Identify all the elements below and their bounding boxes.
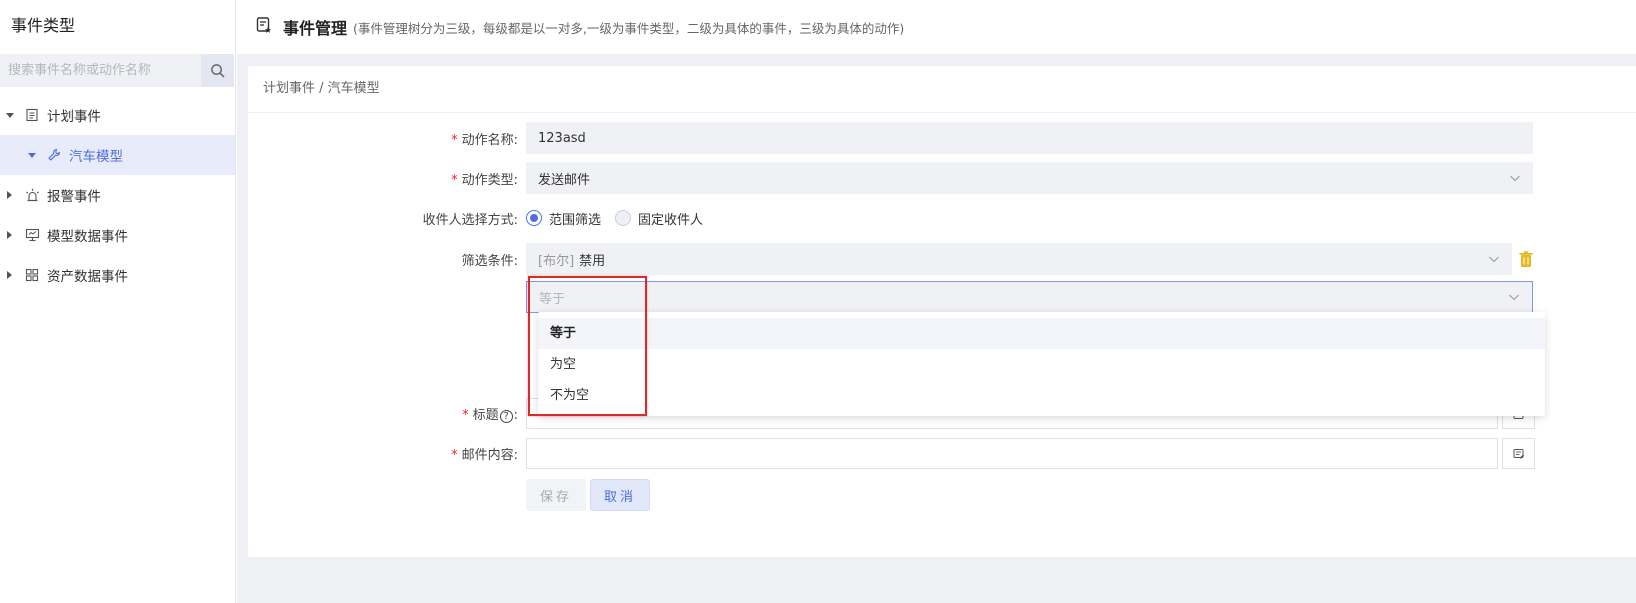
help-icon[interactable]: ?	[499, 410, 513, 423]
required-mark: *	[451, 172, 458, 188]
action-type-label: 动作类型:	[461, 172, 518, 188]
required-mark: *	[451, 448, 458, 463]
grid-icon	[24, 267, 40, 283]
tree-item-asset-data-event[interactable]: 资产数据事件	[0, 255, 235, 295]
operator-row: 等于	[248, 281, 1533, 313]
action-type-row: * 动作类型: 发送邮件	[248, 162, 1533, 194]
main-area: 事件管理 (事件管理树分为三级，每级都是以一对多,一级为事件类型，二级为具体的事…	[237, 0, 1636, 603]
mail-content-label: 邮件内容:	[461, 448, 518, 463]
radio-fixed-label: 固定收件人	[638, 212, 704, 228]
caret-right-icon[interactable]	[7, 191, 12, 199]
mail-content-row: * 邮件内容:	[248, 438, 1535, 469]
search-box	[0, 54, 234, 87]
dropdown-option-equals[interactable]: 等于	[538, 318, 1545, 349]
edit-note-icon	[1513, 448, 1524, 458]
required-mark: *	[462, 408, 469, 423]
filter-field-value: 禁用	[579, 253, 606, 269]
alarm-light-icon	[24, 187, 40, 203]
radio-range-filter[interactable]: 范围筛选	[526, 209, 601, 228]
filter-field-select[interactable]: [布尔] 禁用	[526, 243, 1512, 275]
sidebar: 事件类型 计划事件 汽车模型	[0, 0, 236, 603]
tree-item-label: 汽车模型	[69, 149, 123, 165]
event-tree: 计划事件 汽车模型 报警事件 模型数据事件 资产数据事件	[0, 95, 235, 295]
event-manage-icon	[255, 16, 273, 38]
form-card: 计划事件 / 汽车模型 * 动作名称: 123asd * 动作类型: 发送邮件 收件…	[248, 66, 1636, 557]
save-button[interactable]: 保存	[526, 479, 586, 511]
action-type-select[interactable]: 发送邮件	[526, 162, 1533, 194]
search-icon	[211, 64, 225, 78]
cancel-button[interactable]: 取消	[590, 479, 650, 511]
tree-item-alarm-event[interactable]: 报警事件	[0, 175, 235, 215]
operator-dropdown-menu: 等于 为空 不为空	[538, 312, 1545, 416]
recipient-method-label: 收件人选择方式:	[422, 212, 518, 228]
action-name-input[interactable]: 123asd	[526, 122, 1533, 154]
list-icon	[24, 107, 40, 123]
chevron-down-icon	[1509, 294, 1519, 301]
radio-range-label: 范围筛选	[549, 212, 602, 228]
breadcrumb: 计划事件 / 汽车模型	[248, 66, 1636, 113]
trash-icon[interactable]	[1519, 250, 1533, 268]
dropdown-option-not-empty[interactable]: 不为空	[538, 380, 1545, 411]
button-row: 保存 取消	[248, 479, 650, 511]
chevron-down-icon	[1510, 175, 1520, 182]
page-header: 事件管理 (事件管理树分为三级，每级都是以一对多,一级为事件类型，二级为具体的事…	[237, 0, 1636, 54]
monitor-icon	[24, 227, 40, 243]
tree-item-label: 模型数据事件	[47, 229, 128, 245]
caret-right-icon[interactable]	[7, 231, 12, 239]
page-title: 事件管理	[283, 19, 348, 38]
search-input[interactable]	[0, 54, 202, 87]
tree-item-label: 计划事件	[47, 109, 101, 125]
filter-type-prefix: [布尔]	[538, 253, 575, 269]
operator-placeholder: 等于	[539, 291, 566, 307]
tree-item-model-data-event[interactable]: 模型数据事件	[0, 215, 235, 255]
search-button[interactable]	[201, 54, 234, 87]
operator-select[interactable]: 等于	[526, 281, 1533, 313]
action-name-row: * 动作名称: 123asd	[248, 122, 1533, 154]
recipient-method-row: 收件人选择方式: 范围筛选 固定收件人	[248, 202, 717, 234]
radio-unchecked-icon[interactable]	[615, 210, 632, 226]
filter-condition-label: 筛选条件:	[461, 253, 518, 269]
tree-item-label: 资产数据事件	[47, 269, 128, 285]
dropdown-option-empty[interactable]: 为空	[538, 349, 1545, 380]
tree-item-car-model[interactable]: 汽车模型	[0, 135, 235, 175]
caret-down-icon[interactable]	[6, 112, 14, 118]
radio-checked-icon[interactable]	[526, 210, 542, 226]
content-insert-button[interactable]	[1502, 438, 1535, 469]
radio-fixed-recipient[interactable]: 固定收件人	[615, 209, 703, 228]
tree-item-label: 报警事件	[47, 189, 101, 205]
tree-item-plan-event[interactable]: 计划事件	[0, 95, 235, 135]
sidebar-title: 事件类型	[11, 16, 76, 35]
subject-label: 标题	[472, 408, 499, 423]
page-description: (事件管理树分为三级，每级都是以一对多,一级为事件类型，二级为具体的事件，三级为…	[353, 20, 905, 36]
wrench-icon	[46, 147, 62, 163]
caret-down-icon[interactable]	[28, 152, 36, 158]
filter-condition-row: 筛选条件: [布尔] 禁用	[248, 243, 1533, 275]
action-name-label: 动作名称:	[461, 132, 518, 148]
chevron-down-icon	[1489, 256, 1499, 263]
app: 事件类型 计划事件 汽车模型	[0, 0, 1636, 603]
caret-right-icon[interactable]	[7, 271, 12, 279]
action-type-value: 发送邮件	[538, 172, 591, 188]
required-mark: *	[451, 132, 458, 148]
mail-content-input[interactable]	[526, 438, 1498, 469]
